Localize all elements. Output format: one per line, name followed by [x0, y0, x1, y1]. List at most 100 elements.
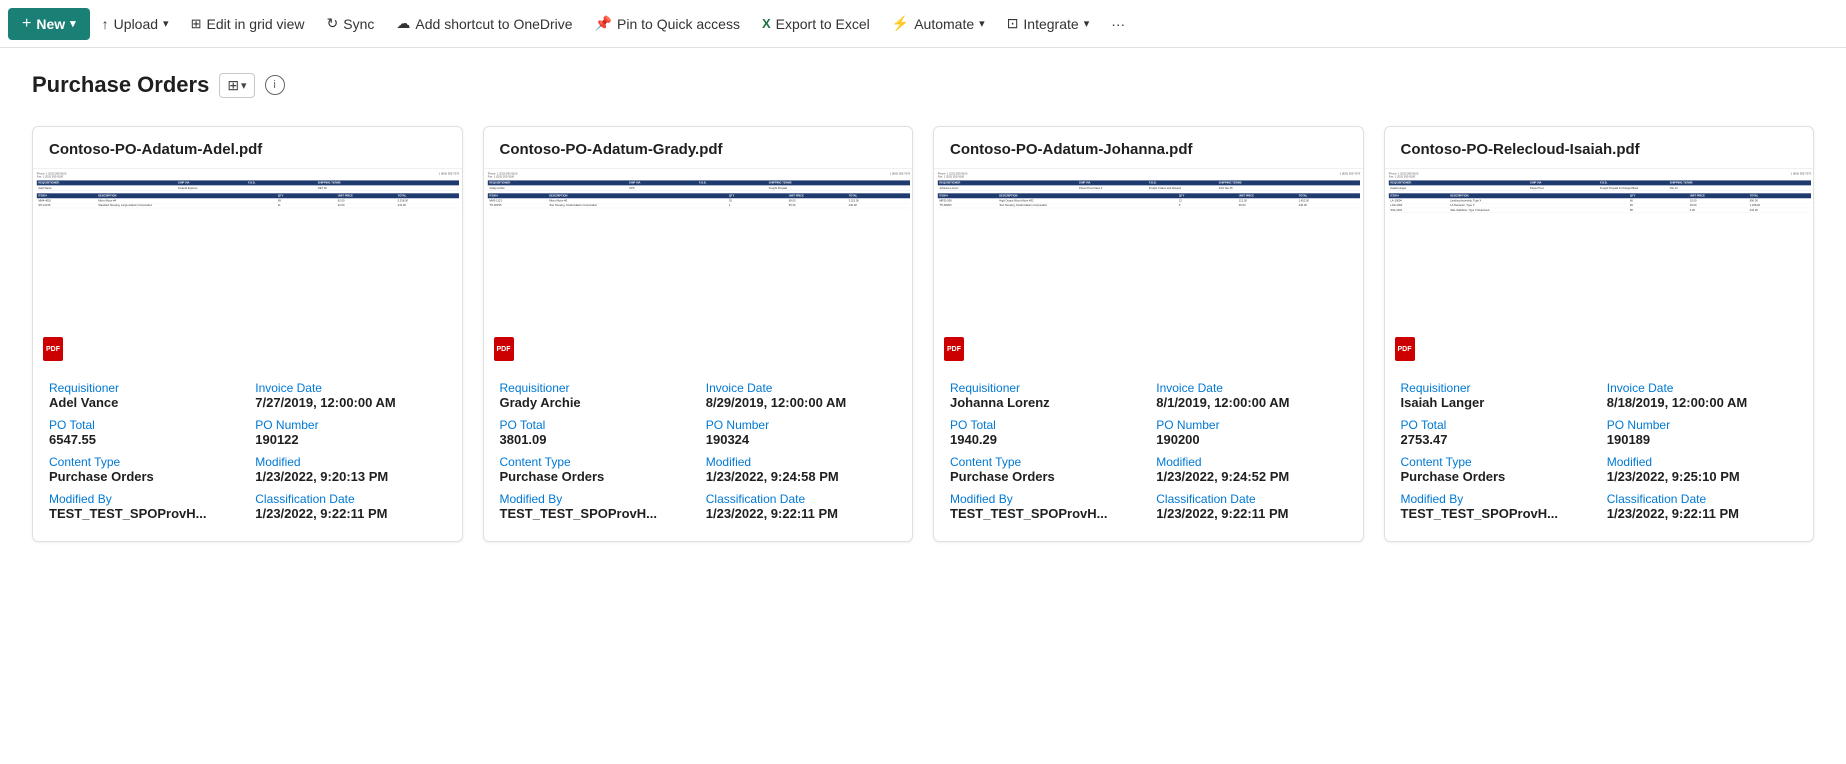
pdf-icon: PDF [43, 337, 63, 361]
meta-value: TEST_TEST_SPOProvH... [950, 506, 1140, 521]
plus-icon: + [22, 15, 31, 33]
meta-value: 190324 [706, 432, 896, 447]
edit-grid-button[interactable]: ⊞ Edit in grid view [181, 10, 315, 38]
meta-label: Classification Date [255, 492, 445, 506]
card-filename: Contoso-PO-Adatum-Adel.pdf [33, 127, 462, 169]
pin-quick-label: Pin to Quick access [617, 16, 740, 32]
card-filename: Contoso-PO-Adatum-Johanna.pdf [934, 127, 1363, 169]
document-card[interactable]: Contoso-PO-Adatum-Grady.pdfPhone: 1 (513… [483, 126, 914, 542]
meta-label: Classification Date [706, 492, 896, 506]
more-button[interactable]: ··· [1101, 10, 1135, 38]
view-toggle-button[interactable]: ⊞ ▾ [219, 73, 254, 98]
upload-button[interactable]: ↑ Upload ▾ [92, 10, 179, 38]
document-card[interactable]: Contoso-PO-Relecloud-Isaiah.pdfPhone: 1 … [1384, 126, 1815, 542]
card-preview: Phone: 1 (513) 555-9100Fax: 1 (513) 555-… [33, 169, 462, 369]
sync-button[interactable]: ↻ Sync [317, 9, 385, 38]
meta-label: PO Number [1156, 418, 1346, 432]
card-metadata: RequisitionerGrady ArchieInvoice Date8/2… [484, 369, 913, 541]
integrate-button[interactable]: ⊡ Integrate ▾ [997, 9, 1100, 38]
integrate-chevron-icon: ▾ [1084, 17, 1090, 30]
more-icon: ··· [1111, 16, 1125, 32]
meta-label: Content Type [49, 455, 239, 469]
meta-value: 1940.29 [950, 432, 1140, 447]
meta-row: Content TypePurchase OrdersModified1/23/… [950, 455, 1347, 484]
meta-row: Modified ByTEST_TEST_SPOProvH... Classifi… [500, 492, 897, 521]
meta-value: 2753.47 [1401, 432, 1591, 447]
meta-value: Purchase Orders [49, 469, 239, 484]
meta-row: PO Total1940.29PO Number190200 [950, 418, 1347, 447]
meta-value: TEST_TEST_SPOProvH... [49, 506, 239, 521]
meta-label: PO Total [950, 418, 1140, 432]
info-button[interactable]: i [265, 75, 285, 95]
meta-label: PO Total [49, 418, 239, 432]
cloud-icon: ☁ [396, 15, 410, 32]
meta-value: 1/23/2022, 9:22:11 PM [1607, 506, 1797, 521]
meta-value: 1/23/2022, 9:24:58 PM [706, 469, 896, 484]
meta-row: Modified ByTEST_TEST_SPOProvH... Classifi… [49, 492, 446, 521]
meta-row: PO Total6547.55PO Number190122 [49, 418, 446, 447]
pdf-icon: PDF [944, 337, 964, 361]
meta-value: TEST_TEST_SPOProvH... [500, 506, 690, 521]
meta-row: PO Total3801.09PO Number190324 [500, 418, 897, 447]
pdf-icon: PDF [494, 337, 514, 361]
meta-label: PO Total [1401, 418, 1591, 432]
toolbar: + New ▾ ↑ Upload ▾ ⊞ Edit in grid view ↻… [0, 0, 1846, 48]
new-chevron-icon: ▾ [70, 17, 76, 30]
meta-label: Content Type [1401, 455, 1591, 469]
document-card[interactable]: Contoso-PO-Adatum-Adel.pdfPhone: 1 (513)… [32, 126, 463, 542]
meta-value: 1/23/2022, 9:24:52 PM [1156, 469, 1346, 484]
meta-label: PO Number [1607, 418, 1797, 432]
card-preview: Phone: 1 (513) 555-9100Fax: 1 (513) 555-… [934, 169, 1363, 369]
meta-value: Purchase Orders [1401, 469, 1591, 484]
meta-label: Modified By [49, 492, 239, 506]
automate-button[interactable]: ⚡ Automate ▾ [882, 9, 995, 38]
meta-label: Requisitioner [500, 381, 690, 395]
cards-grid: Contoso-PO-Adatum-Adel.pdfPhone: 1 (513)… [32, 126, 1814, 542]
meta-value: 3801.09 [500, 432, 690, 447]
integrate-icon: ⊡ [1007, 15, 1019, 32]
meta-row: RequisitionerJohanna LorenzInvoice Date8… [950, 381, 1347, 410]
new-button[interactable]: + New ▾ [8, 8, 90, 40]
meta-row: Content TypePurchase Orders Modified1/23/… [1401, 455, 1798, 484]
meta-label: Requisitioner [49, 381, 239, 395]
card-metadata: RequisitionerJohanna LorenzInvoice Date8… [934, 369, 1363, 541]
add-shortcut-label: Add shortcut to OneDrive [415, 16, 572, 32]
meta-label: Modified By [500, 492, 690, 506]
meta-value: Johanna Lorenz [950, 395, 1140, 410]
add-shortcut-button[interactable]: ☁ Add shortcut to OneDrive [386, 9, 582, 38]
excel-icon: X [762, 16, 771, 31]
page-content: Purchase Orders ⊞ ▾ i Contoso-PO-Adatum-… [0, 48, 1846, 566]
meta-value: 7/27/2019, 12:00:00 AM [255, 395, 445, 410]
automate-icon: ⚡ [892, 15, 909, 32]
sync-label: Sync [343, 16, 374, 32]
meta-row: Content TypePurchase OrdersModified1/23/… [500, 455, 897, 484]
meta-row: Modified ByTEST_TEST_SPOProvH...Classifi… [950, 492, 1347, 521]
meta-label: Modified By [950, 492, 1140, 506]
automate-chevron-icon: ▾ [979, 17, 985, 30]
meta-label: PO Number [255, 418, 445, 432]
pin-quick-button[interactable]: 📌 Pin to Quick access [585, 9, 750, 38]
meta-label: Invoice Date [255, 381, 445, 395]
card-preview: Phone: 1 (513) 555-9100Fax: 1 (513) 555-… [1385, 169, 1814, 369]
meta-row: RequisitionerGrady ArchieInvoice Date8/2… [500, 381, 897, 410]
meta-label: Requisitioner [950, 381, 1140, 395]
meta-label: Modified [1607, 455, 1797, 469]
meta-value: 1/23/2022, 9:22:11 PM [706, 506, 896, 521]
document-card[interactable]: Contoso-PO-Adatum-Johanna.pdfPhone: 1 (5… [933, 126, 1364, 542]
grid-view-icon: ⊞ [227, 77, 239, 94]
export-excel-button[interactable]: X Export to Excel [752, 10, 880, 38]
meta-value: 190122 [255, 432, 445, 447]
meta-value: Adel Vance [49, 395, 239, 410]
automate-label: Automate [914, 16, 974, 32]
page-header: Purchase Orders ⊞ ▾ i [32, 72, 1814, 98]
meta-label: Requisitioner [1401, 381, 1591, 395]
pin-icon: 📌 [595, 15, 612, 32]
pdf-icon: PDF [1395, 337, 1415, 361]
meta-label: Modified [255, 455, 445, 469]
card-filename: Contoso-PO-Adatum-Grady.pdf [484, 127, 913, 169]
meta-row: Modified ByTEST_TEST_SPOProvH...Classifi… [1401, 492, 1798, 521]
meta-row: RequisitionerIsaiah LangerInvoice Date8/… [1401, 381, 1798, 410]
meta-value: 1/23/2022, 9:25:10 PM [1607, 469, 1797, 484]
meta-value: 1/23/2022, 9:22:11 PM [255, 506, 445, 521]
upload-label: Upload [114, 16, 158, 32]
